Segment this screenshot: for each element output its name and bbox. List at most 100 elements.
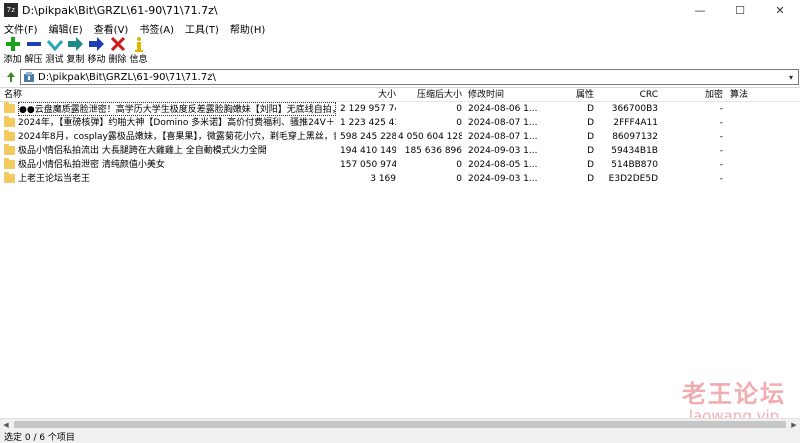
up-folder-button[interactable] xyxy=(3,69,19,85)
folder-icon xyxy=(4,158,15,169)
column-modified[interactable]: 修改时间 xyxy=(468,88,538,102)
menu-file[interactable]: 文件(F) xyxy=(4,21,38,36)
title-bar: 7z D:\pikpak\Bit\GRZL\61-90\71\71.7z\ — … xyxy=(0,0,800,20)
row-crc: 59434B1B xyxy=(611,146,658,156)
info-icon xyxy=(130,36,148,52)
row-packed-size: 0 xyxy=(456,160,462,170)
row-packed-size: 0 xyxy=(456,118,462,128)
row-modified: 2024-08-07 1... xyxy=(468,132,538,142)
toolbar: 添加 解压 测试 复制 移动 删除 信息 xyxy=(0,36,800,66)
row-size: 598 245 228 xyxy=(340,132,396,142)
column-packed-size[interactable]: 压缩后大小 xyxy=(398,88,462,102)
row-attributes: D xyxy=(587,118,594,128)
scroll-thumb[interactable] xyxy=(14,421,786,428)
watermark-title: 老王论坛 xyxy=(682,379,786,408)
row-encrypted: - xyxy=(719,118,723,128)
row-packed-size: 185 636 896 xyxy=(404,146,462,156)
menu-tools[interactable]: 工具(T) xyxy=(185,21,219,36)
column-crc[interactable]: CRC xyxy=(598,88,658,102)
archive-icon xyxy=(24,72,34,82)
folder-icon xyxy=(4,116,15,127)
row-modified: 2024-08-07 1... xyxy=(468,118,538,128)
row-packed-size: 4 050 604 128 xyxy=(398,132,462,142)
row-crc: E3D2DE5D xyxy=(608,174,658,184)
extract-label: 解压 xyxy=(24,55,43,65)
column-method[interactable]: 算法 xyxy=(730,88,770,102)
menu-view[interactable]: 查看(V) xyxy=(94,21,129,36)
path-text: D:\pikpak\Bit\GRZL\61-90\71\71.7z\ xyxy=(38,71,216,83)
row-packed-size: 0 xyxy=(456,104,462,114)
row-attributes: D xyxy=(587,146,594,156)
test-label: 测试 xyxy=(45,55,64,65)
copy-button[interactable]: 复制 xyxy=(65,36,86,66)
add-button[interactable]: 添加 xyxy=(2,36,23,66)
move-arrow-icon xyxy=(88,36,106,52)
folder-icon xyxy=(4,144,15,155)
column-header-row: 名称 大小 压缩后大小 修改时间 属性 CRC 加密 算法 xyxy=(0,88,800,102)
column-encrypted[interactable]: 加密 xyxy=(660,88,723,102)
menu-edit[interactable]: 编辑(E) xyxy=(49,21,83,36)
row-crc: 514BB870 xyxy=(611,160,658,170)
row-modified: 2024-08-06 1... xyxy=(468,104,538,114)
table-row[interactable]: 极品小情侣私拍流出 大長腿跨在大雞雞上 全自動模式火力全開 194 410 14… xyxy=(0,144,800,158)
row-name: 2024年8月，cosplay露极品嫩妹，【喜果果】，微露菊花小穴，剃毛穿上黑丝… xyxy=(18,132,336,142)
menu-bar: 文件(F) 编辑(E) 查看(V) 书签(A) 工具(T) 帮助(H) xyxy=(0,20,800,36)
folder-icon xyxy=(4,172,15,183)
column-attributes[interactable]: 属性 xyxy=(540,88,594,102)
delete-label: 删除 xyxy=(108,55,127,65)
row-size: 1 223 425 435 xyxy=(340,118,396,128)
row-modified: 2024-09-03 1... xyxy=(468,146,538,156)
row-size: 194 410 149 xyxy=(340,146,396,156)
row-size: 157 050 974 xyxy=(340,160,396,170)
table-row[interactable]: 极品小情侣私拍泄密 清纯颜值小美女 157 050 974 0 2024-08-… xyxy=(0,158,800,172)
file-list[interactable]: 名称 大小 压缩后大小 修改时间 属性 CRC 加密 算法 ●●云盘魔质露脸泄密… xyxy=(0,87,800,417)
table-row[interactable]: 上老王论坛当老王 3 169 0 2024-09-03 1... D E3D2D… xyxy=(0,172,800,186)
row-name: 2024年，【重磅核弹】约啪大神【Domino 多米诺】高价付费福利、骚推24V… xyxy=(18,118,336,128)
move-button[interactable]: 移动 xyxy=(86,36,107,66)
row-attributes: D xyxy=(587,160,594,170)
chevron-down-icon[interactable]: ▾ xyxy=(784,73,798,82)
row-encrypted: - xyxy=(719,160,723,170)
delete-x-icon xyxy=(109,36,127,52)
add-label: 添加 xyxy=(3,55,22,65)
table-row[interactable]: ●●云盘魔质露脸泄密！高学历大学生极度反差露脸胸嫩妹【刘阳】无底线自拍，露出..… xyxy=(0,102,800,116)
row-encrypted: - xyxy=(719,174,723,184)
column-name[interactable]: 名称 xyxy=(4,88,338,102)
move-label: 移动 xyxy=(87,55,106,65)
row-name: ●●云盘魔质露脸泄密！高学历大学生极度反差露脸胸嫩妹【刘阳】无底线自拍，露出..… xyxy=(18,102,336,116)
window-title: D:\pikpak\Bit\GRZL\61-90\71\71.7z\ xyxy=(22,3,218,17)
table-row[interactable]: 2024年8月，cosplay露极品嫩妹，【喜果果】，微露菊花小穴，剃毛穿上黑丝… xyxy=(0,130,800,144)
copy-label: 复制 xyxy=(66,55,85,65)
close-button[interactable]: ✕ xyxy=(760,0,800,20)
test-button[interactable]: 测试 xyxy=(44,36,65,66)
row-size: 2 129 957 743 xyxy=(340,104,396,114)
row-attributes: D xyxy=(587,174,594,184)
minimize-button[interactable]: — xyxy=(680,0,720,20)
row-size: 3 169 xyxy=(370,174,396,184)
row-name: 上老王论坛当老王 xyxy=(18,174,91,184)
row-encrypted: - xyxy=(719,146,723,156)
info-button[interactable]: 信息 xyxy=(128,36,149,66)
menu-help[interactable]: 帮助(H) xyxy=(230,21,265,36)
menu-bookmarks[interactable]: 书签(A) xyxy=(139,21,174,36)
delete-button[interactable]: 删除 xyxy=(107,36,128,66)
horizontal-scrollbar[interactable]: ◀ ▶ xyxy=(0,418,800,430)
path-input[interactable]: D:\pikpak\Bit\GRZL\61-90\71\71.7z\ ▾ xyxy=(20,69,799,85)
maximize-button[interactable]: ☐ xyxy=(720,0,760,20)
row-attributes: D xyxy=(587,104,594,114)
row-name: 极品小情侣私拍泄密 清纯颜值小美女 xyxy=(18,160,165,170)
folder-icon xyxy=(4,130,15,141)
window-controls: — ☐ ✕ xyxy=(680,0,800,20)
address-bar: D:\pikpak\Bit\GRZL\61-90\71\71.7z\ ▾ xyxy=(0,68,800,86)
extract-button[interactable]: 解压 xyxy=(23,36,44,66)
folder-icon xyxy=(4,102,15,113)
row-attributes: D xyxy=(587,132,594,142)
row-name: 极品小情侣私拍流出 大長腿跨在大雞雞上 全自動模式火力全開 xyxy=(18,146,267,156)
table-row[interactable]: 2024年，【重磅核弹】约啪大神【Domino 多米诺】高价付费福利、骚推24V… xyxy=(0,116,800,130)
app-7z-icon: 7z xyxy=(4,3,18,17)
copy-arrow-icon xyxy=(67,36,85,52)
column-size[interactable]: 大小 xyxy=(340,88,396,102)
status-bar: 选定 0 / 6 个项目 xyxy=(0,430,800,443)
up-arrow-icon xyxy=(7,72,15,82)
plus-icon xyxy=(4,36,22,52)
